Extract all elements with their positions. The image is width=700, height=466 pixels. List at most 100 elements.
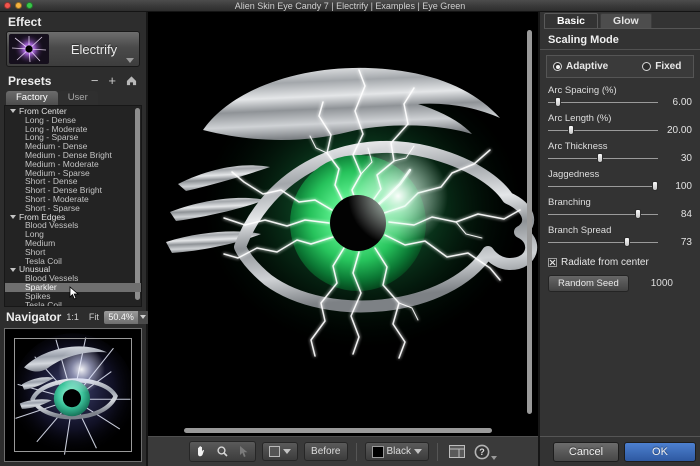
- mouse-cursor-icon: [69, 286, 79, 302]
- slider-value: 30: [658, 153, 692, 164]
- slider-value: 6.00: [658, 97, 692, 108]
- slider-thumb[interactable]: [568, 125, 574, 135]
- background-color-button[interactable]: Black: [365, 442, 429, 461]
- remove-preset-button[interactable]: −: [86, 75, 104, 87]
- zoom-level-control[interactable]: 50.4%: [104, 311, 149, 324]
- collapse-triangle-icon[interactable]: [10, 109, 16, 113]
- center-panel: Before Black ?: [148, 12, 538, 466]
- slider-branch-spread: Branch Spread73: [548, 225, 692, 248]
- checkbox-checked-icon[interactable]: [548, 258, 557, 267]
- slider-thumb[interactable]: [652, 181, 658, 191]
- zoom-tool-button[interactable]: [212, 443, 233, 460]
- slider-label: Branching: [548, 197, 692, 208]
- slider-track[interactable]: [548, 208, 658, 220]
- cancel-button[interactable]: Cancel: [553, 442, 619, 462]
- background-color-label: Black: [387, 446, 411, 457]
- help-button[interactable]: ?: [474, 444, 497, 460]
- home-icon[interactable]: [121, 75, 138, 88]
- radio-fixed[interactable]: Fixed: [642, 61, 681, 72]
- effect-selector-button[interactable]: Electrify: [6, 31, 140, 67]
- hand-tool-button[interactable]: [191, 443, 212, 460]
- preset-tree: From CenterLong - DenseLong - ModerateLo…: [4, 105, 142, 307]
- slider-branching: Branching84: [548, 197, 692, 220]
- checkbox-label: Radiate from center: [561, 257, 649, 268]
- question-glyph: ?: [479, 447, 485, 457]
- collapse-triangle-icon[interactable]: [10, 215, 16, 219]
- navigator-view-frame[interactable]: [14, 338, 132, 452]
- presets-section-label: Presets: [8, 74, 51, 88]
- slider-value: 20.00: [658, 125, 692, 136]
- fit-button[interactable]: Fit: [84, 312, 104, 322]
- scaling-mode-options: Adaptive Fixed: [546, 55, 694, 78]
- slider-track[interactable]: [548, 236, 658, 248]
- tab-factory[interactable]: Factory: [6, 91, 58, 105]
- slider-thumb[interactable]: [597, 153, 603, 163]
- slider-arc-length: Arc Length (%)20.00: [548, 113, 692, 136]
- tab-user[interactable]: User: [58, 91, 98, 105]
- zoom-level-value[interactable]: 50.4%: [104, 311, 138, 324]
- left-panel: Effect: [0, 12, 148, 466]
- sliders-container: Arc Spacing (%)6.00 Arc Length (%)20.00 Ar…: [540, 80, 700, 248]
- slider-label: Branch Spread: [548, 225, 692, 236]
- effect-name: Electrify: [49, 42, 139, 57]
- presets-header: Presets − +: [0, 72, 146, 89]
- actual-size-button[interactable]: 1:1: [61, 312, 84, 322]
- radiate-from-center-checkbox[interactable]: Radiate from center: [548, 257, 692, 268]
- canvas-horizontal-scrollbar[interactable]: [184, 428, 492, 433]
- chevron-down-icon: [140, 315, 146, 319]
- slider-value: 84: [658, 209, 692, 220]
- preview-canvas[interactable]: [148, 12, 538, 436]
- preset-item[interactable]: Tesla Coil: [5, 257, 141, 266]
- effect-dropdown-arrow-icon: [126, 58, 134, 63]
- add-preset-button[interactable]: +: [103, 75, 121, 87]
- chevron-down-icon: [283, 449, 291, 454]
- window-title: Alien Skin Eye Candy 7 | Electrify | Exa…: [0, 0, 700, 12]
- slider-value: 100: [658, 181, 692, 192]
- canvas-vertical-scrollbar[interactable]: [527, 30, 532, 414]
- slider-label: Jaggedness: [548, 169, 692, 180]
- chevron-down-icon: [491, 456, 497, 460]
- scaling-mode-label: Scaling Mode: [540, 29, 700, 50]
- radio-selected-icon: [553, 62, 562, 71]
- settings-panel: Basic Glow Scaling Mode Adaptive Fixed A…: [540, 12, 700, 466]
- before-button[interactable]: Before: [304, 442, 347, 461]
- random-seed-row: Random Seed 1000: [548, 275, 692, 292]
- navigator-preview[interactable]: [4, 328, 142, 462]
- preview-split-icon: [269, 446, 280, 457]
- canvas-toolbar: Before Black ?: [148, 436, 538, 466]
- slider-thumb[interactable]: [635, 209, 641, 219]
- black-swatch-icon: [372, 446, 384, 458]
- arrow-tool-button[interactable]: [233, 443, 254, 460]
- slider-arc-spacing: Arc Spacing (%)6.00: [548, 85, 692, 108]
- preset-item[interactable]: Short - Sparse: [5, 204, 141, 213]
- dialog-footer: Cancel OK: [540, 436, 700, 466]
- slider-track[interactable]: [548, 96, 658, 108]
- navigator-section-label: Navigator: [6, 310, 61, 324]
- radio-adaptive[interactable]: Adaptive: [553, 61, 608, 72]
- panel-layout-button[interactable]: [446, 443, 468, 460]
- random-seed-button[interactable]: Random Seed: [548, 275, 629, 292]
- tab-basic[interactable]: Basic: [544, 13, 598, 28]
- collapse-triangle-icon[interactable]: [10, 268, 16, 272]
- navigator-header: Navigator 1:1 Fit 50.4%: [0, 307, 146, 325]
- slider-track[interactable]: [548, 152, 658, 164]
- eye-preview-image: [148, 12, 538, 436]
- slider-thumb[interactable]: [624, 237, 630, 247]
- preset-tabs: Factory User: [6, 91, 146, 105]
- slider-jaggedness: Jaggedness100: [548, 169, 692, 192]
- preview-mode-button[interactable]: [262, 442, 298, 461]
- slider-arc-thickness: Arc Thickness30: [548, 141, 692, 164]
- toolbar-separator: [356, 443, 357, 461]
- slider-track[interactable]: [548, 180, 658, 192]
- radio-unselected-icon: [642, 62, 651, 71]
- app-window: Alien Skin Eye Candy 7 | Electrify | Exa…: [0, 0, 700, 466]
- panel-spacer: [540, 292, 700, 436]
- random-seed-value: 1000: [651, 278, 673, 289]
- toolbar-separator: [437, 443, 438, 461]
- ok-button[interactable]: OK: [624, 442, 696, 462]
- slider-thumb[interactable]: [555, 97, 561, 107]
- tab-glow[interactable]: Glow: [600, 13, 652, 28]
- effect-thumbnail: [9, 34, 49, 64]
- slider-track[interactable]: [548, 124, 658, 136]
- chevron-down-icon: [414, 449, 422, 454]
